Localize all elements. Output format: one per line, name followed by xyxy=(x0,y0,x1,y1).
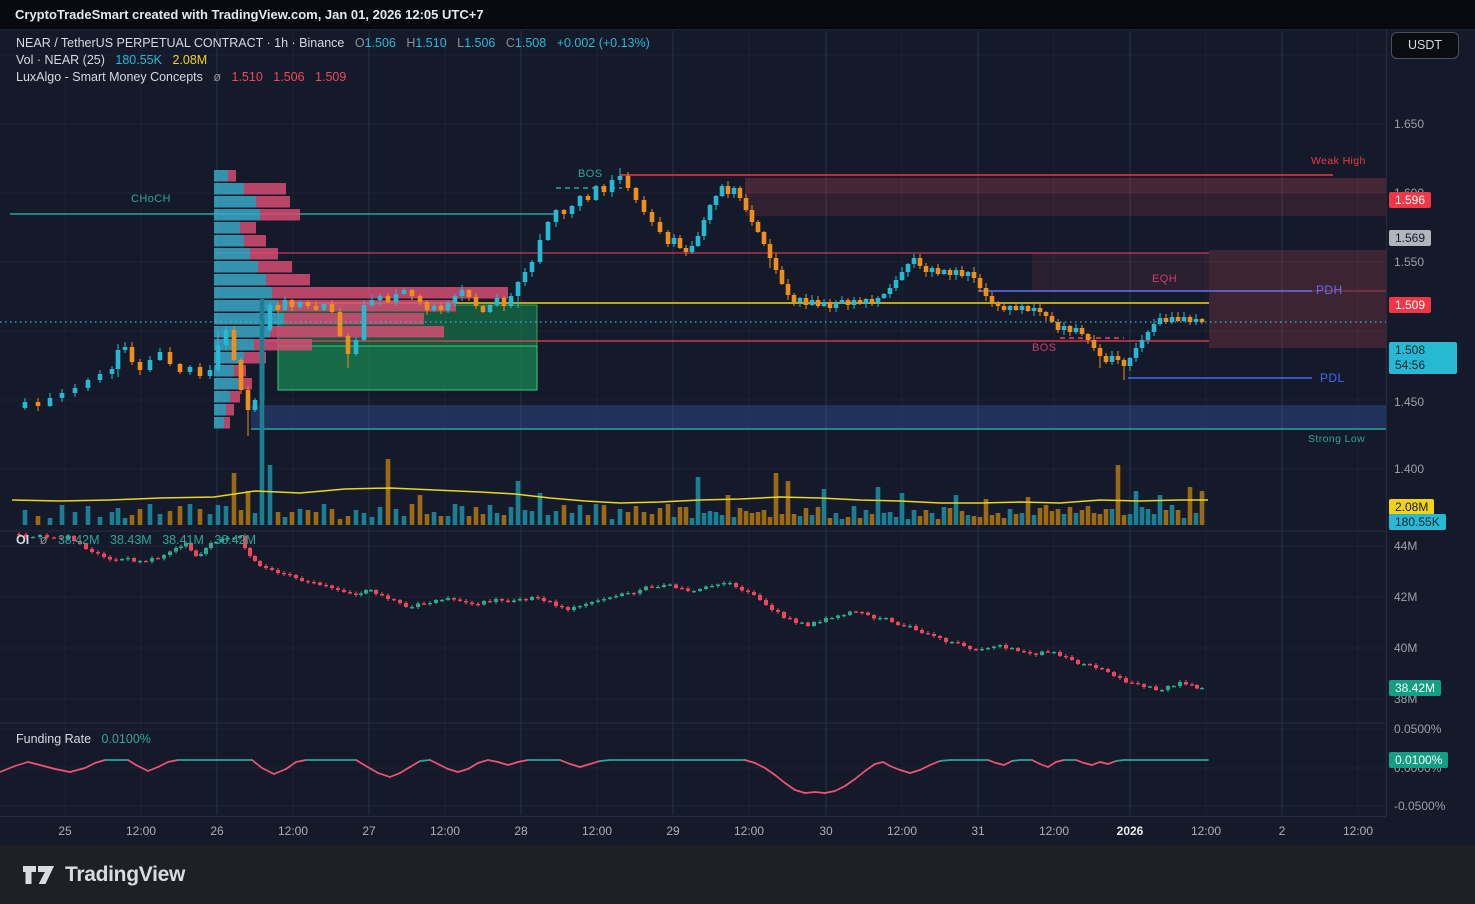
volume-ma-value: 2.08M xyxy=(172,53,208,67)
luxalgo-legend-row[interactable]: LuxAlgo - Smart Money Concepts ø 1.510 1… xyxy=(16,70,346,84)
volume-value: 180.55K xyxy=(115,53,162,67)
time-axis-tick: 2026 xyxy=(1116,824,1144,838)
oi-indicator-title: OI xyxy=(16,533,30,547)
footer-bar: TradingView xyxy=(0,845,1475,904)
luxalgo-indicator-title: LuxAlgo - Smart Money Concepts xyxy=(16,70,203,84)
price-axis-label: 2.08M xyxy=(1389,499,1435,515)
price-axis-tick: 1.400 xyxy=(1394,462,1425,476)
price-axis-label: 180.55K xyxy=(1389,514,1446,530)
symbol-title: NEAR / TetherUS PERPETUAL CONTRACT · 1h … xyxy=(16,36,345,50)
current-price-label: 1.508 54:56 xyxy=(1389,342,1457,374)
funding-value: 0.0100% xyxy=(101,732,151,746)
oi-value-4: 38.42M xyxy=(214,533,257,547)
bos-bearish-label: BOS xyxy=(1032,342,1057,354)
tradingview-logo-icon[interactable] xyxy=(22,862,56,888)
open-value: 1.506 xyxy=(364,36,396,50)
time-axis-tick: 28 xyxy=(514,824,528,838)
weak-high-label: Weak High xyxy=(1311,155,1366,167)
luxalgo-value-1: 1.510 xyxy=(231,70,263,84)
close-value: 1.508 xyxy=(514,36,547,50)
oi-axis-tick: 40M xyxy=(1394,641,1418,655)
time-axis-tick: 12:00 xyxy=(733,824,765,838)
current-price-value: 1.508 xyxy=(1395,343,1426,357)
price-axis-tick: 1.450 xyxy=(1394,395,1425,409)
time-axis-tick: 12:00 xyxy=(125,824,157,838)
price-axis-label: 0.0100% xyxy=(1389,752,1449,768)
price-axis-tick: 1.650 xyxy=(1394,117,1425,131)
pdh-label: PDH xyxy=(1316,283,1343,297)
oi-value-1: 38.42M xyxy=(57,533,100,547)
low-value: 1.506 xyxy=(464,36,496,50)
time-axis-tick: 26 xyxy=(210,824,224,838)
time-axis-tick: 12:00 xyxy=(429,824,461,838)
bar-countdown: 54:56 xyxy=(1395,358,1426,372)
price-axis-tick: 1.550 xyxy=(1394,255,1425,269)
funding-indicator-title: Funding Rate xyxy=(16,732,92,746)
fund-axis-tick: -0.0500% xyxy=(1394,799,1446,813)
time-axis-tick: 12:00 xyxy=(277,824,309,838)
fund-axis-tick: 0.0500% xyxy=(1394,722,1442,736)
choch-label: CHoCH xyxy=(131,193,171,205)
price-axis-label: 1.569 xyxy=(1389,230,1432,246)
oi-value-2: 38.43M xyxy=(110,533,152,547)
bos-bullish-label: BOS xyxy=(578,168,603,180)
time-axis-tick: 31 xyxy=(971,824,985,838)
volume-legend-row[interactable]: Vol · NEAR (25) 180.55K 2.08M xyxy=(16,53,207,67)
strong-low-label: Strong Low xyxy=(1308,433,1366,445)
oi-legend-row[interactable]: OI ø 38.42M 38.43M 38.41M 38.42M xyxy=(16,533,256,547)
volume-indicator-title: Vol · NEAR (25) xyxy=(16,53,105,67)
time-axis-tick: 12:00 xyxy=(1190,824,1222,838)
oi-average-symbol: ø xyxy=(39,533,48,547)
oi-axis-tick: 44M xyxy=(1394,539,1418,553)
chart-canvas[interactable] xyxy=(0,0,1475,904)
symbol-legend-row[interactable]: NEAR / TetherUS PERPETUAL CONTRACT · 1h … xyxy=(16,36,650,50)
luxalgo-value-2: 1.506 xyxy=(273,70,305,84)
pdl-label: PDL xyxy=(1320,371,1345,385)
time-axis-tick: 29 xyxy=(666,824,680,838)
time-axis[interactable]: 25 12:00 26 12:00 27 12:00 28 12:00 29 12:00 30 12:… xyxy=(0,816,1386,845)
change-value: +0.002 (+0.13%) xyxy=(556,36,650,50)
time-axis-tick: 27 xyxy=(362,824,376,838)
open-key: O xyxy=(354,36,365,50)
time-axis-tick: 12:00 xyxy=(1342,824,1374,838)
average-symbol: ø xyxy=(213,70,222,84)
time-axis-tick: 30 xyxy=(819,824,833,838)
high-value: 1.510 xyxy=(415,36,447,50)
oi-axis-tick: 42M xyxy=(1394,590,1418,604)
price-axis-label: 1.509 xyxy=(1389,297,1432,313)
time-axis-tick: 2 xyxy=(1278,824,1286,838)
currency-toggle-button[interactable]: USDT xyxy=(1391,32,1459,59)
time-axis-tick: 25 xyxy=(58,824,72,838)
price-axis-label: 1.596 xyxy=(1389,192,1432,208)
price-axis-label: 38.42M xyxy=(1389,680,1442,696)
time-axis-tick: 12:00 xyxy=(1038,824,1070,838)
eqh-label: EQH xyxy=(1152,273,1178,285)
time-axis-tick: 12:00 xyxy=(581,824,613,838)
attribution-text: CryptoTradeSmart created with TradingVie… xyxy=(15,7,484,22)
attribution-bar: CryptoTradeSmart created with TradingVie… xyxy=(0,0,1475,30)
tradingview-brand-text[interactable]: TradingView xyxy=(65,863,185,887)
luxalgo-value-3: 1.509 xyxy=(315,70,347,84)
funding-legend-row[interactable]: Funding Rate 0.0100% xyxy=(16,732,151,746)
close-key: C xyxy=(505,36,515,50)
right-axis[interactable]: USDT 1.7001.6501.6001.5501.4501.40044M42… xyxy=(1386,30,1475,816)
oi-value-3: 38.41M xyxy=(162,533,204,547)
tradingview-window: CryptoTradeSmart created with TradingVie… xyxy=(0,0,1475,904)
time-axis-tick: 12:00 xyxy=(886,824,918,838)
